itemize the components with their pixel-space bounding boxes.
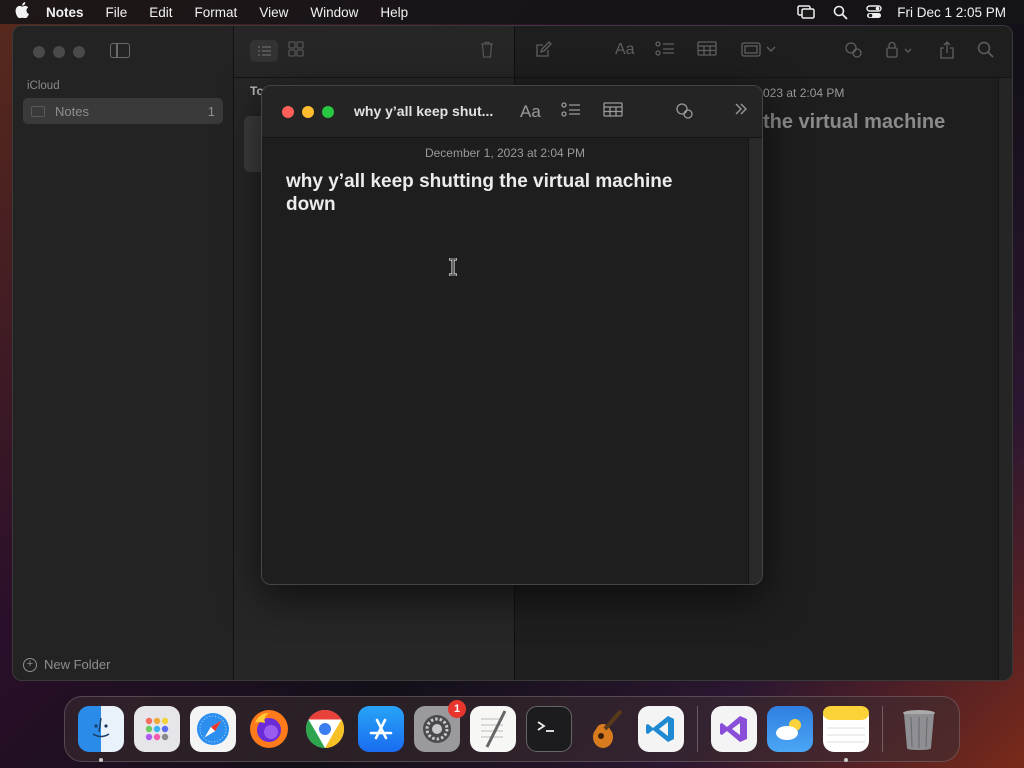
note-scrollbar[interactable]	[748, 138, 762, 584]
format-text-icon[interactable]: Aa	[520, 102, 541, 122]
search-icon[interactable]	[977, 41, 994, 63]
sidebar-item-label: Notes	[55, 103, 89, 119]
menu-view[interactable]: View	[248, 5, 299, 20]
chevron-double-right-icon[interactable]	[734, 102, 748, 121]
folder-icon	[31, 105, 45, 117]
terminal-icon[interactable]	[526, 706, 572, 752]
running-indicator	[844, 758, 848, 762]
text-cursor-icon	[448, 257, 458, 277]
menu-app-notes[interactable]: Notes	[44, 5, 95, 20]
weather-icon[interactable]	[767, 706, 813, 752]
note-body-title[interactable]: why y’all keep shutting the virtual mach…	[286, 170, 726, 216]
table-icon[interactable]	[697, 41, 717, 61]
app-store-icon[interactable]	[358, 706, 404, 752]
format-text-icon[interactable]: Aa	[615, 41, 635, 59]
garageband-icon[interactable]	[582, 706, 628, 752]
notification-badge: 1	[448, 700, 466, 718]
sidebar-item-notes[interactable]: Notes 1	[23, 98, 223, 124]
table-icon[interactable]	[603, 102, 623, 122]
note-date: December 1, 2023 at 2:04 PM	[424, 146, 586, 160]
window-controls	[282, 106, 334, 118]
menu-file[interactable]: File	[95, 5, 139, 20]
note-title[interactable]: the virtual machine	[763, 111, 945, 134]
checklist-icon[interactable]	[655, 41, 675, 62]
menu-help[interactable]: Help	[369, 5, 419, 20]
new-folder-button[interactable]: + New Folder	[23, 657, 110, 672]
notes-icon[interactable]	[823, 706, 869, 762]
media-icon[interactable]	[741, 41, 777, 62]
safari-icon[interactable]	[190, 706, 236, 752]
checklist-icon[interactable]	[561, 102, 581, 123]
chrome-icon[interactable]	[302, 706, 348, 752]
firefox-icon[interactable]	[246, 706, 292, 752]
vscode-icon[interactable]	[638, 706, 684, 752]
menu-format[interactable]: Format	[184, 5, 249, 20]
trash-icon[interactable]	[896, 706, 942, 752]
window-controls-inactive	[33, 46, 85, 58]
visual-studio-icon[interactable]	[711, 706, 757, 752]
close-button[interactable]	[282, 106, 294, 118]
menu-clock[interactable]: Fri Dec 1 2:05 PM	[891, 5, 1006, 20]
compose-icon[interactable]	[535, 41, 552, 63]
close-button[interactable]	[33, 46, 45, 58]
list-toolbar	[234, 26, 514, 78]
lock-icon[interactable]	[885, 41, 917, 63]
zoom-button[interactable]	[322, 106, 334, 118]
running-indicator	[99, 758, 103, 762]
dock-separator	[697, 706, 698, 752]
editor-scrollbar[interactable]	[998, 78, 1012, 680]
share-icon[interactable]	[939, 41, 955, 64]
zoom-button[interactable]	[73, 46, 85, 58]
sidebar-item-count: 1	[207, 103, 215, 119]
minimize-button[interactable]	[53, 46, 65, 58]
apple-menu-icon[interactable]	[0, 1, 44, 23]
spotlight-search-icon[interactable]	[823, 0, 857, 24]
editor-toolbar: Aa	[515, 26, 1012, 78]
new-folder-label: New Folder	[44, 657, 111, 672]
menu-window[interactable]: Window	[299, 5, 369, 20]
control-center-icon[interactable]	[857, 0, 891, 24]
plus-circle-icon: +	[23, 657, 37, 672]
dock: 1	[64, 696, 960, 762]
collaborate-icon[interactable]	[843, 41, 865, 64]
list-view-button[interactable]	[250, 40, 278, 62]
dock-separator	[882, 706, 883, 752]
sidebar-toggle-icon[interactable]	[110, 43, 130, 58]
launchpad-icon[interactable]	[134, 706, 180, 752]
gallery-view-icon[interactable]	[288, 41, 310, 61]
minimize-button[interactable]	[302, 106, 314, 118]
finder-icon[interactable]	[78, 706, 124, 762]
system-settings-icon[interactable]: 1	[414, 700, 466, 752]
menu-edit[interactable]: Edit	[138, 5, 183, 20]
trash-icon[interactable]	[480, 41, 502, 61]
screen-mirroring-icon[interactable]	[789, 0, 823, 24]
float-window-toolbar: why y’all keep shut... Aa	[262, 86, 762, 138]
note-date: 023 at 2:04 PM	[763, 86, 845, 100]
textedit-icon[interactable]	[470, 706, 516, 752]
menu-bar: Notes File Edit Format View Window Help …	[0, 0, 1024, 24]
sidebar-section-icloud: iCloud	[27, 80, 60, 92]
sidebar: iCloud Notes 1 + New Folder	[13, 26, 234, 680]
collaborate-icon[interactable]	[674, 102, 696, 125]
window-title: why y’all keep shut...	[354, 103, 494, 119]
floating-note-window: why y’all keep shut... Aa December 1, 20…	[261, 85, 763, 585]
